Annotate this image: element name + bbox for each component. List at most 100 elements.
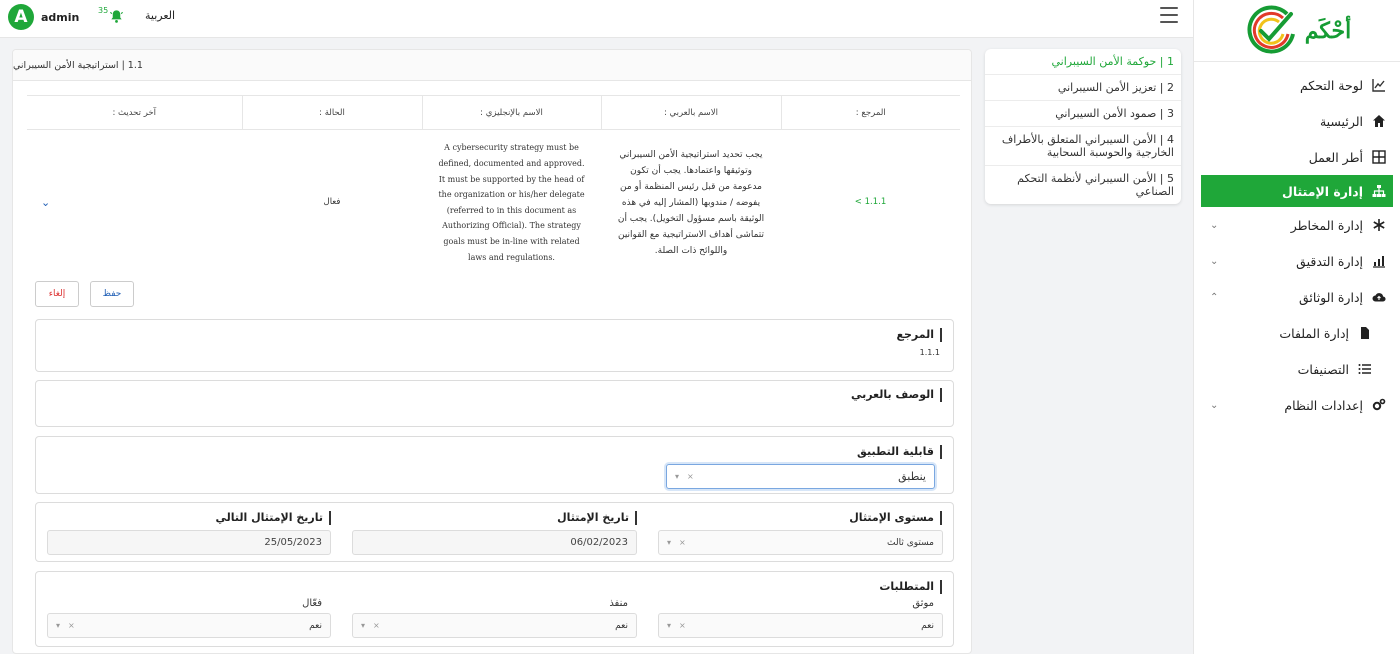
implemented-select[interactable]: نعم ▾ × [352,613,637,638]
column-header-last-update[interactable]: آخر تحديث : [27,95,242,130]
save-button[interactable]: حفظ [90,281,134,307]
cell-status: فعال [323,197,341,207]
reference-label: المرجع [896,328,942,342]
cloud-upload-icon [1372,290,1386,304]
sidebar: أحْكَم لوحة التحكم الرئيسية أطر العمل إد… [1193,0,1400,654]
cancel-button[interactable]: إلغاء [35,281,79,307]
compliance-level-label: مستوى الإمتثال [849,511,942,525]
chevron-up-icon: ⌃ [1210,292,1219,303]
cell-ref[interactable]: 1.1.1 > [781,130,960,276]
next-compliance-date-value: 25/05/2023 [264,537,322,548]
arabic-description-label: الوصف بالعربي [851,388,942,402]
arabic-description-box: الوصف بالعربي [35,380,954,427]
compliance-level-select[interactable]: مستوى ثالث ▾ × [658,530,943,555]
column-header-ref[interactable]: المرجع : [780,95,960,130]
username[interactable]: admin [41,11,79,24]
cell-name-ar: يجب تحديد استراتيجية الأمن السيبراني وتو… [617,149,765,256]
dropdown-arrow-icon[interactable]: ▾ [667,538,671,547]
sidebar-item-label: إدارة التدقيق [1296,253,1363,269]
sidebar-item-label: إعدادات النظام [1284,397,1363,413]
section-item[interactable]: 5 | الأمن السيبراني لأنظمة التحكم الصناع… [985,166,1181,204]
sidebar-item-settings[interactable]: ⌄ إعدادات النظام [1194,387,1400,423]
section-item[interactable]: 1 | حوكمة الأمن السيبراني [985,49,1181,75]
compliance-date-input[interactable]: 06/02/2023 [352,530,637,555]
compliance-box: مستوى الإمتثال مستوى ثالث ▾ × تاريخ الإمت… [35,502,954,562]
applicability-label: قابلية التطبيق [857,445,942,459]
column-header-status[interactable]: الحالة : [241,95,422,130]
effective-select[interactable]: نعم ▾ × [47,613,331,638]
effective-value: نعم [309,620,322,631]
hamburger-menu-icon[interactable] [1160,7,1178,23]
implemented-label: منفذ [609,598,628,609]
notifications[interactable]: 35 [98,6,124,24]
documented-label: موثق [912,598,934,609]
home-icon [1372,114,1386,128]
section-item[interactable]: 4 | الأمن السيبراني المتعلق بالأطراف الخ… [985,127,1181,166]
bell-icon[interactable] [109,9,124,24]
dropdown-arrow-icon[interactable]: ▾ [56,621,60,630]
applicability-box: قابلية التطبيق ينطبق ▾ × [35,436,954,494]
gears-icon [1372,398,1386,412]
sidebar-item-compliance[interactable]: إدارة الإمتثال [1201,175,1393,207]
applicability-select[interactable]: ينطبق ▾ × [666,464,935,489]
sidebar-item-classifications[interactable]: التصنيفات [1194,351,1400,387]
dropdown-arrow-icon[interactable]: ▾ [361,621,365,630]
list-icon [1358,362,1372,376]
sidebar-item-label: أطر العمل [1308,149,1363,165]
next-compliance-date-label: تاريخ الإمتثال التالي [215,511,331,525]
sidebar-item-frameworks[interactable]: أطر العمل [1194,139,1400,175]
user-menu[interactable]: A admin [8,4,79,30]
chevron-down-icon[interactable]: ⌄ [41,196,50,209]
clear-icon[interactable]: × [679,538,686,547]
sitemap-icon [1372,184,1386,198]
sidebar-item-label: لوحة التحكم [1299,77,1363,93]
sidebar-item-audit[interactable]: ⌄ إدارة التدقيق [1194,243,1400,279]
logo[interactable]: أحْكَم [1194,0,1400,62]
breadcrumb: 1.1 | استراتيجية الأمن السيبراني [13,50,971,81]
breadcrumb-text: 1.1 | استراتيجية الأمن السيبراني [13,59,143,71]
requirements-label: المتطلبات [879,580,942,594]
brand-name: أحْكَم [1304,17,1352,44]
sidebar-nav: لوحة التحكم الرئيسية أطر العمل إدارة الإ… [1194,62,1400,423]
table-row[interactable]: 1.1.1 > يجب تحديد استراتيجية الأمن السيب… [27,130,960,276]
clear-icon[interactable]: × [373,621,380,630]
file-icon [1358,326,1372,340]
section-item[interactable]: 3 | صمود الأمن السيبراني [985,101,1181,127]
avatar[interactable]: A [8,4,34,30]
section-item[interactable]: 2 | تعزيز الأمن السيبراني [985,75,1181,101]
requirements-box: المتطلبات موثق نعم ▾ × منفذ نعم ▾ × فعّال … [35,571,954,647]
clear-icon[interactable]: × [679,621,686,630]
column-header-name-ar[interactable]: الاسم بالعربي : [600,95,781,130]
line-chart-icon [1372,78,1386,92]
sidebar-item-documents[interactable]: ⌃ إدارة الوثائق [1194,279,1400,315]
cell-last-update[interactable]: ⌄ [27,130,242,276]
audit-chart-icon [1372,254,1386,268]
compliance-date-label: تاريخ الإمتثال [557,511,637,525]
sidebar-item-label: إدارة الملفات [1279,325,1349,341]
clear-icon[interactable]: × [68,621,75,630]
documented-value: نعم [921,620,934,631]
chevron-down-icon: ⌄ [1210,400,1219,411]
effective-label: فعّال [302,598,322,609]
grid-icon [1372,150,1386,164]
sidebar-item-dashboard[interactable]: لوحة التحكم [1194,67,1400,103]
column-header-name-en[interactable]: الاسم بالإنجليزي : [421,95,601,130]
sections-list: 1 | حوكمة الأمن السيبراني 2 | تعزيز الأم… [985,49,1181,204]
clear-icon[interactable]: × [687,472,694,481]
sidebar-item-label: إدارة المخاطر [1290,217,1363,233]
next-compliance-date-input[interactable]: 25/05/2023 [47,530,331,555]
dropdown-arrow-icon[interactable]: ▾ [675,472,679,481]
control-card: 1.1 | استراتيجية الأمن السيبراني المرجع … [12,49,972,654]
sidebar-item-home[interactable]: الرئيسية [1194,103,1400,139]
sidebar-item-label: إدارة الإمتثال [1282,183,1363,199]
sidebar-item-label: إدارة الوثائق [1298,289,1363,305]
controls-table: المرجع : الاسم بالعربي : الاسم بالإنجليز… [27,95,960,276]
documented-select[interactable]: نعم ▾ × [658,613,943,638]
chevron-down-icon: ⌄ [1210,256,1219,267]
applicability-value: ينطبق [898,470,926,483]
sidebar-item-files[interactable]: إدارة الملفات [1194,315,1400,351]
sidebar-item-risk[interactable]: ⌄ إدارة المخاطر [1194,207,1400,243]
language-switch[interactable]: العربية [145,9,175,22]
dropdown-arrow-icon[interactable]: ▾ [667,621,671,630]
asterisk-icon [1372,218,1386,232]
